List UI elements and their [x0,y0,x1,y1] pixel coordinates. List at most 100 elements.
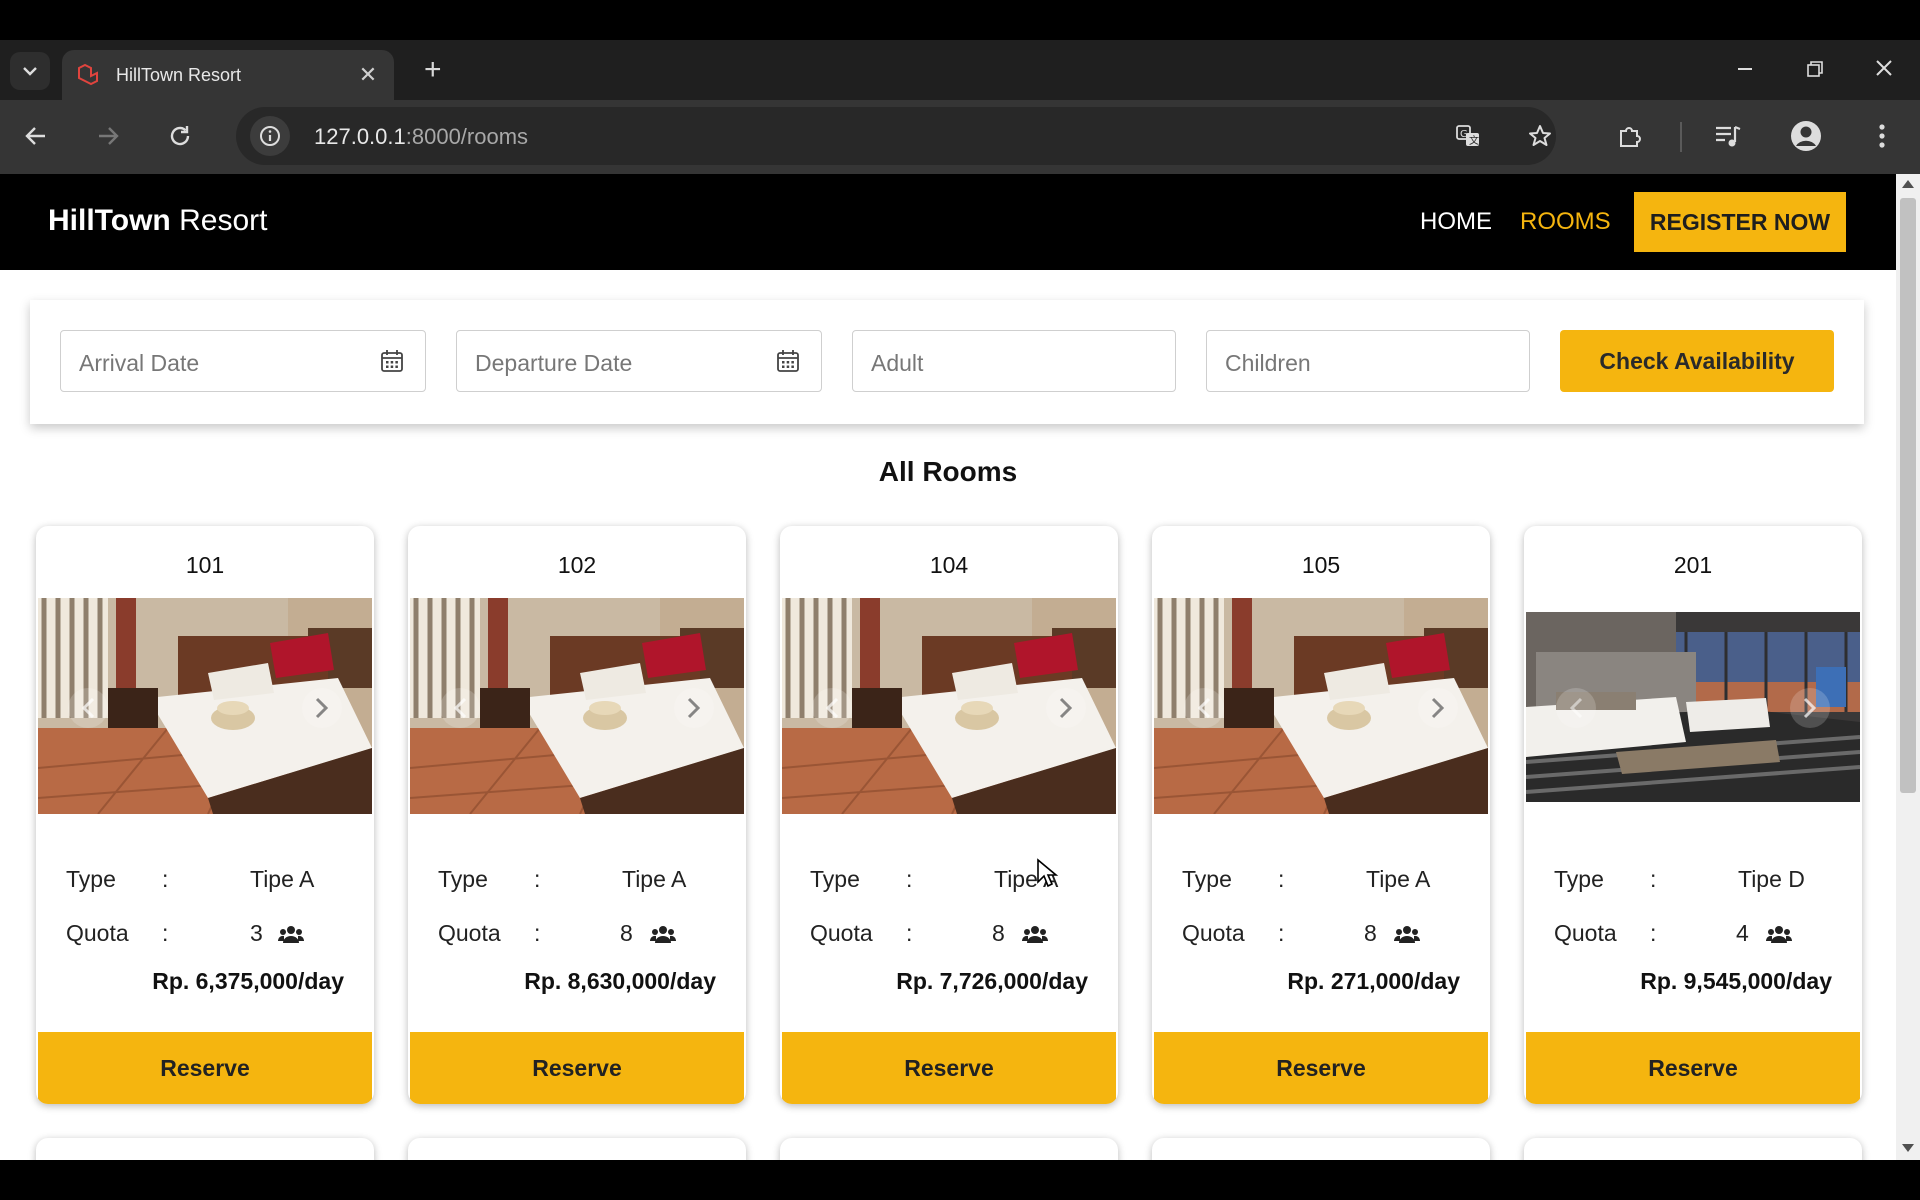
adult-field[interactable]: Adult [852,330,1176,392]
room-image-carousel[interactable] [38,598,372,814]
quota-value: 8 [992,920,1005,946]
type-colon: : [162,866,169,892]
tab-close-icon[interactable]: ✕ [356,62,380,88]
room-card: 201 Type : Tipe D Quota : 4 Rp. 9,545,00… [1524,526,1862,1104]
room-card: 105 Type : Tipe A Quota: 8 Rp. 271,000/… [1152,526,1490,1104]
carousel-next-arrow-icon[interactable] [1790,688,1830,728]
calendar-icon[interactable] [775,348,801,374]
minimize-icon[interactable] [1736,58,1754,84]
back-arrow-icon[interactable] [16,116,56,156]
quota-label: Quota [1182,920,1245,946]
carousel-prev-arrow-icon[interactable] [1556,688,1596,728]
room-card-partial [408,1138,746,1160]
carousel-prev-arrow-icon[interactable] [1184,688,1224,728]
all-rooms-heading: All Rooms [878,456,1018,487]
room-image-carousel[interactable] [1154,598,1488,814]
carousel-next-arrow-icon[interactable] [302,688,342,728]
site-info-icon[interactable] [250,116,290,156]
bookmark-star-icon[interactable] [1520,116,1560,156]
scroll-thumb[interactable] [1900,198,1916,793]
browser-tab-strip: HillTown Resort ✕ + [0,40,1920,100]
reserve-button[interactable]: Reserve [782,1032,1116,1104]
departure-date-placeholder: Departure Date [475,350,633,376]
type-label: Type [1182,866,1232,892]
children-field[interactable]: Children [1206,330,1530,392]
url-text[interactable]: 127.0.0.1:8000/rooms [314,124,528,150]
carousel-prev-arrow-icon[interactable] [812,688,852,728]
room-card: 104 Type : Tipe A Quota: 8 Rp. 7,726,00… [780,526,1118,1104]
restore-icon[interactable] [1806,58,1824,84]
address-bar[interactable]: 127.0.0.1:8000/rooms G文 [236,107,1556,165]
availability-search-card: Arrival Date Departure Date Adult Childr… [30,300,1864,424]
new-tab-plus-icon[interactable]: + [424,55,442,85]
screen-top-bar [0,0,1920,40]
room-number: 201 [1673,552,1713,578]
nav-link-rooms[interactable]: ROOMS [1520,208,1611,236]
carousel-prev-arrow-icon[interactable] [68,688,108,728]
type-colon: : [906,866,913,892]
arrival-date-field[interactable]: Arrival Date [60,330,426,392]
quota-colon: : [534,920,541,946]
people-icon [1394,926,1420,943]
browser-toolbar: 127.0.0.1:8000/rooms G文 [0,100,1920,174]
nav-link-home[interactable]: HOME [1420,208,1492,236]
laravel-favicon-icon [78,63,98,86]
media-queue-icon[interactable] [1708,116,1748,156]
carousel-next-arrow-icon[interactable] [1046,688,1086,728]
extensions-puzzle-icon[interactable] [1610,116,1650,156]
tab-search-button[interactable] [10,52,50,90]
reserve-button[interactable]: Reserve [410,1032,744,1104]
reserve-button[interactable]: Reserve [38,1032,372,1104]
quota-value: 4 [1736,920,1749,946]
room-card-partial [780,1138,1118,1160]
room-price: Rp. 7,726,000/day [896,968,1088,994]
page-scrollbar[interactable] [1896,174,1920,1160]
quota-colon: : [1650,920,1657,946]
carousel-next-arrow-icon[interactable] [1418,688,1458,728]
quota-label: Quota [1554,920,1617,946]
children-placeholder: Children [1225,350,1311,376]
room-image-carousel[interactable] [410,598,744,814]
room-card: 101 Type : Tipe A Quota: 3 Rp. 6,375,00… [36,526,374,1104]
register-now-button[interactable]: REGISTER NOW [1634,192,1846,252]
browser-tab-active[interactable]: HillTown Resort ✕ [62,50,394,100]
carousel-prev-arrow-icon[interactable] [440,688,480,728]
brand-bold-text: HillTown [48,204,171,237]
type-colon: : [1650,866,1657,892]
reserve-button[interactable]: Reserve [1526,1032,1860,1104]
quota-label: Quota [438,920,501,946]
room-card-partial [36,1138,374,1160]
window-close-icon[interactable] [1874,58,1894,84]
forward-arrow-icon[interactable] [88,116,128,156]
reserve-button[interactable]: Reserve [1154,1032,1488,1104]
people-icon [1766,926,1792,943]
reload-icon[interactable] [160,116,200,156]
departure-date-field[interactable]: Departure Date [456,330,822,392]
scroll-down-arrow-icon[interactable] [1902,1144,1914,1152]
brand-logo[interactable]: HillTown Resort [48,204,267,238]
carousel-next-arrow-icon[interactable] [674,688,714,728]
type-label: Type [66,866,116,892]
profile-avatar-icon[interactable] [1786,116,1826,156]
scroll-up-arrow-icon[interactable] [1902,180,1914,188]
quota-colon: : [1278,920,1285,946]
url-host: 127.0.0.1 [314,124,406,149]
quota-colon: : [162,920,169,946]
room-number: 102 [557,552,597,578]
adult-placeholder: Adult [871,350,924,376]
room-price: Rp. 8,630,000/day [524,968,716,994]
translate-icon[interactable]: G文 [1448,116,1488,156]
room-image-carousel[interactable] [1526,612,1860,802]
room-image-carousel[interactable] [782,598,1116,814]
mouse-cursor-icon [1037,858,1059,888]
site-header: HillTown Resort HOME ROOMS REGISTER NOW [0,174,1896,270]
room-price: Rp. 6,375,000/day [152,968,344,994]
room-number: 104 [929,552,969,578]
type-value: Tipe D [1738,866,1805,892]
calendar-icon[interactable] [379,348,405,374]
people-icon [278,926,304,943]
more-menu-icon[interactable] [1862,116,1902,156]
url-path: :8000/rooms [405,124,529,149]
check-availability-button[interactable]: Check Availability [1560,330,1834,392]
type-value: Tipe A [250,866,315,892]
